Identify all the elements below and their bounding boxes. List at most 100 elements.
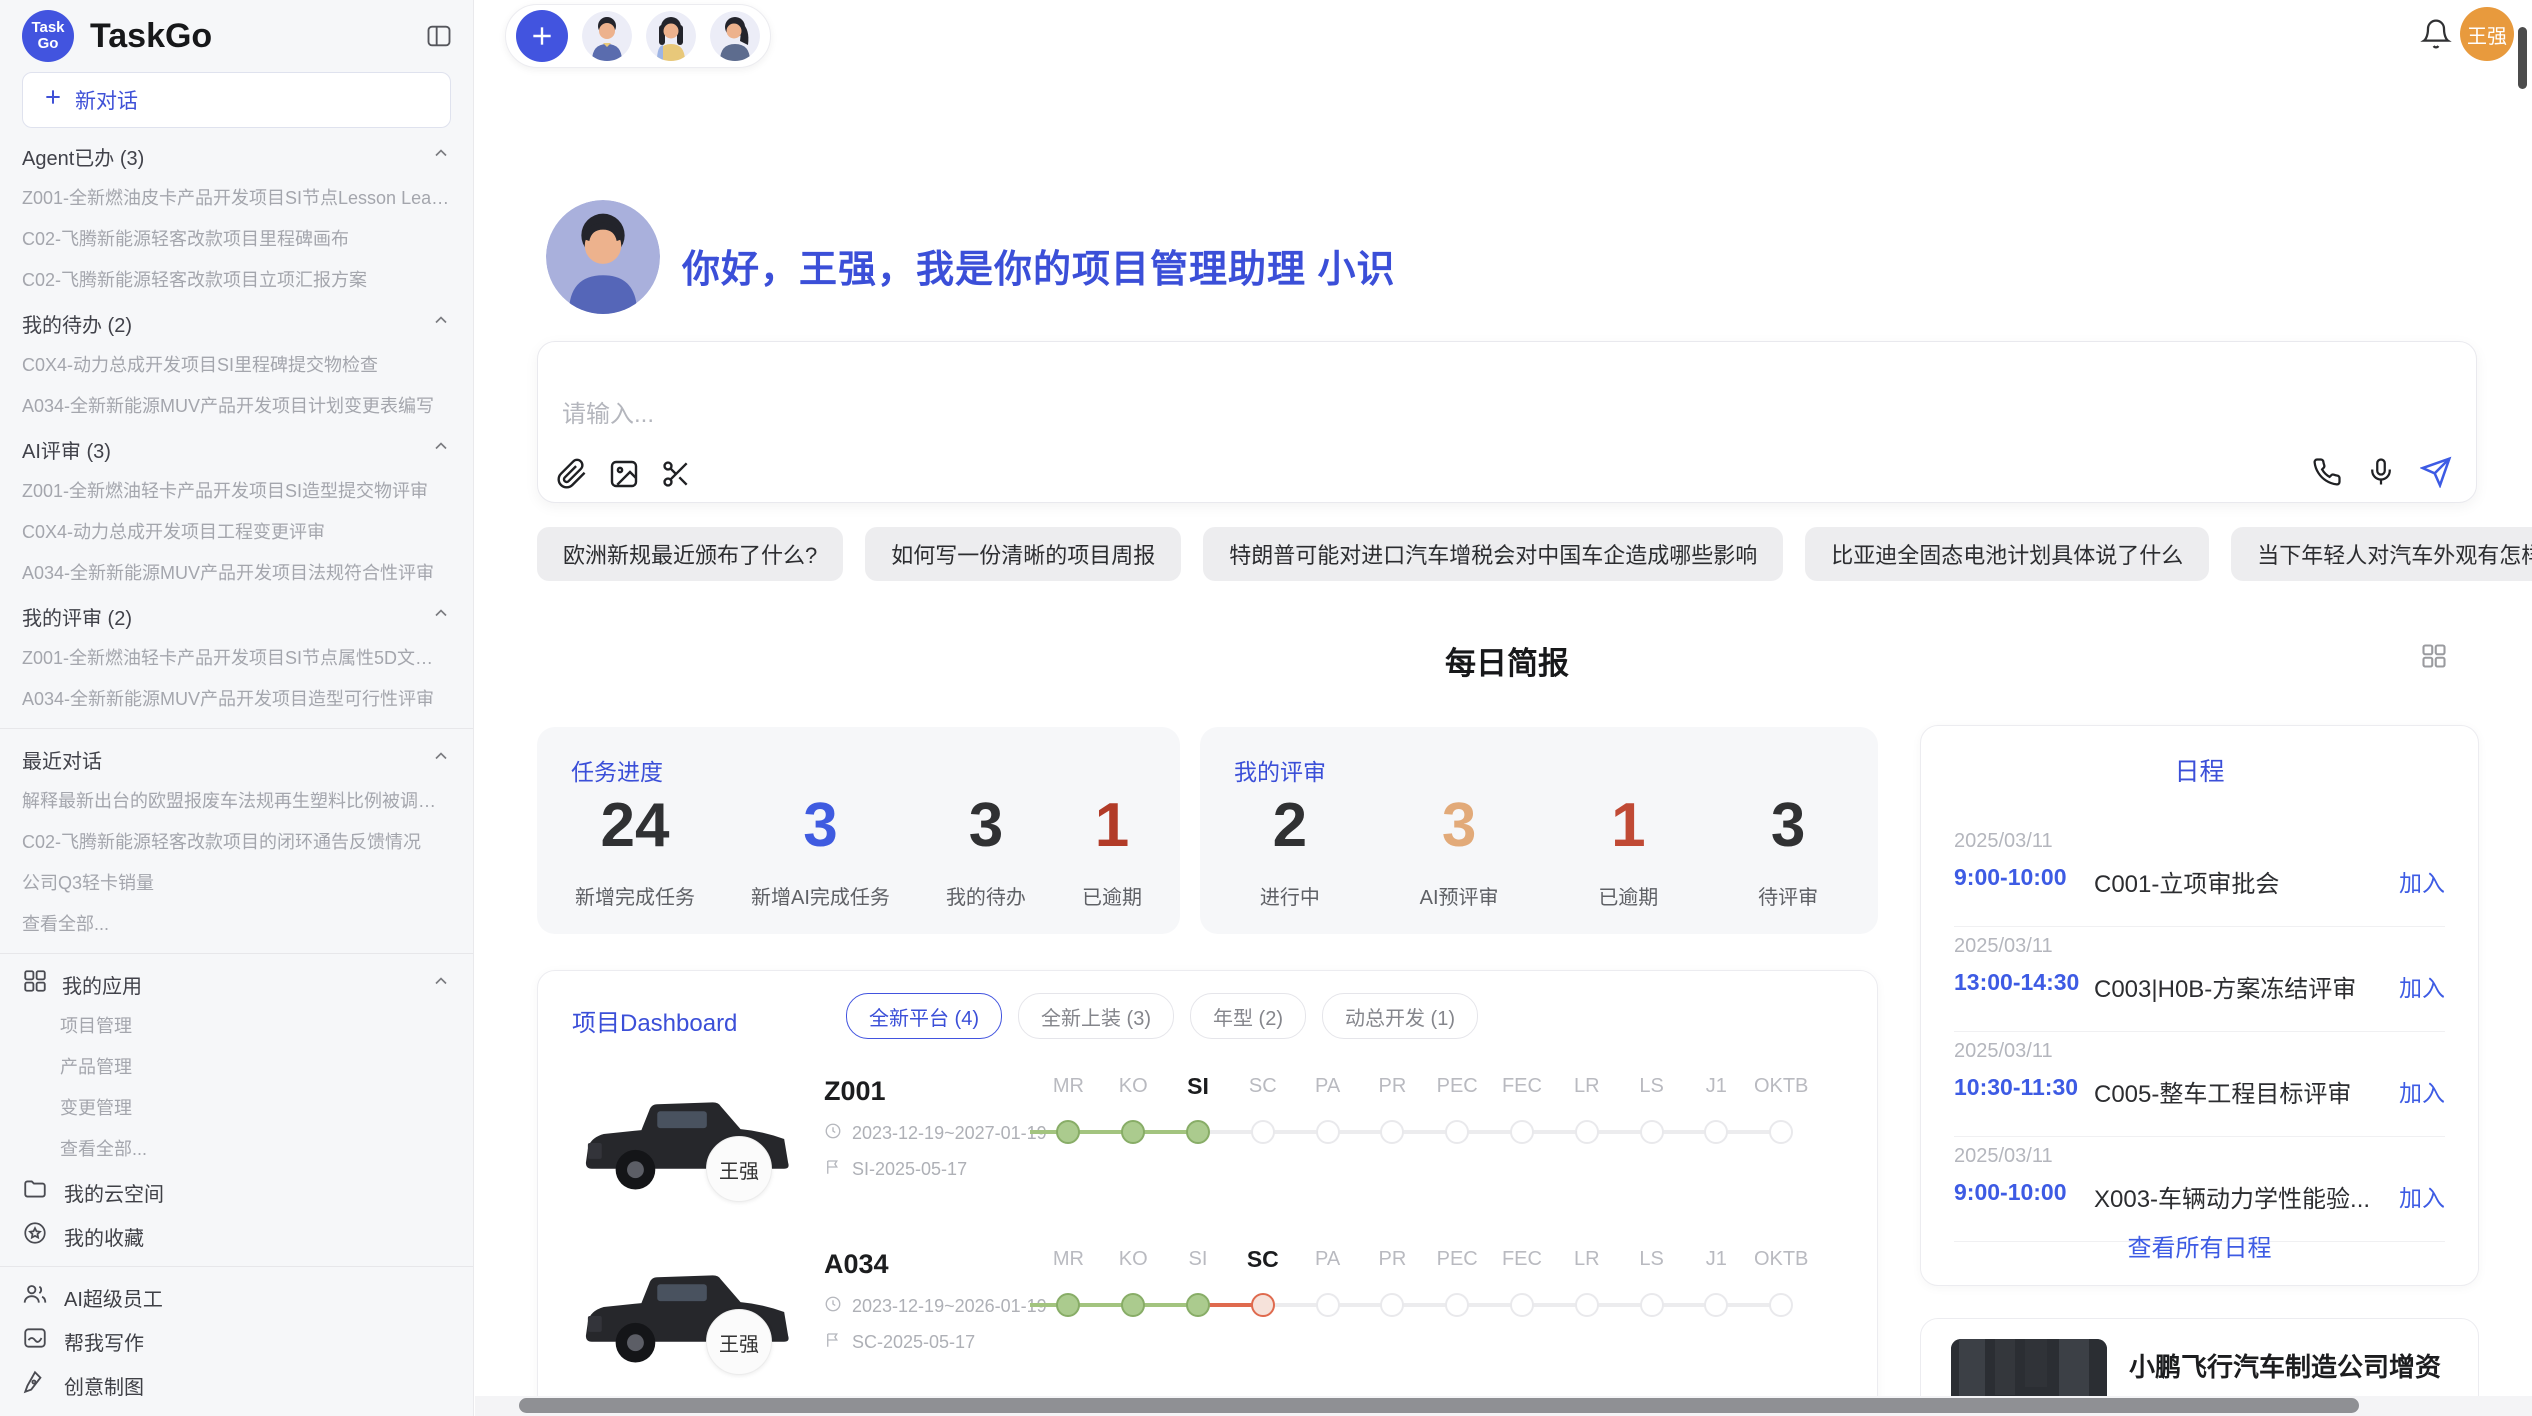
sidebar-section-header[interactable]: 我的待办 (2) xyxy=(22,301,451,345)
milestone-dot[interactable] xyxy=(1445,1120,1469,1144)
recent-chats-header[interactable]: 最近对话 xyxy=(22,737,451,781)
section-label: AI评审 (3) xyxy=(22,435,111,464)
milestone-dot[interactable] xyxy=(1316,1120,1340,1144)
event-join-link[interactable]: 加入 xyxy=(2399,1074,2445,1108)
sidebar-task-item[interactable]: C0X4-动力总成开发项目工程变更评审 xyxy=(22,512,451,553)
dashboard-tab[interactable]: 全新平台 (4) xyxy=(846,993,1002,1039)
sidebar-shortcut[interactable]: 我的云空间 xyxy=(0,1170,473,1214)
view-all-schedule-link[interactable]: 查看所有日程 xyxy=(1921,1228,2478,1263)
sidebar-task-item[interactable]: C02-飞腾新能源轻客改款项目立项汇报方案 xyxy=(22,260,451,301)
sidebar-task-item[interactable]: A034-全新新能源MUV产品开发项目造型可行性评审 xyxy=(22,679,451,720)
chevron-up-icon[interactable] xyxy=(431,746,451,772)
recent-chat-item[interactable]: C02-飞腾新能源轻客改款项目的闭环通告反馈情况 xyxy=(22,822,451,863)
milestone-dot[interactable] xyxy=(1704,1293,1728,1317)
milestone-label: J1 xyxy=(1684,1241,1749,1277)
paperclip-icon[interactable] xyxy=(556,458,588,490)
avatar-woman-blue[interactable] xyxy=(710,11,760,61)
phone-icon[interactable] xyxy=(2312,457,2342,487)
chevron-up-icon[interactable] xyxy=(431,971,451,997)
suggestion-chip[interactable]: 特朗普可能对进口汽车增税会对中国车企造成哪些影响 xyxy=(1203,527,1783,581)
milestone-dot[interactable] xyxy=(1510,1120,1534,1144)
chevron-up-icon[interactable] xyxy=(431,143,451,169)
add-member-button[interactable] xyxy=(516,10,568,62)
mic-icon[interactable] xyxy=(2366,457,2396,487)
milestone-dot[interactable] xyxy=(1445,1293,1469,1317)
chevron-up-icon[interactable] xyxy=(431,603,451,629)
suggestion-chip[interactable]: 欧洲新规最近颁布了什么? xyxy=(537,527,843,581)
project-row[interactable]: 王强Z0012023-12-19~2027-01-19SI-2025-05-17… xyxy=(538,1066,1858,1230)
sidebar-section: 我的评审 (2)Z001-全新燃油轻卡产品开发项目SI节点属性5D文件评审A03… xyxy=(0,594,473,720)
milestone-dot[interactable] xyxy=(1380,1120,1404,1144)
chevron-up-icon[interactable] xyxy=(431,436,451,462)
milestone-dot[interactable] xyxy=(1316,1293,1340,1317)
avatar-man[interactable] xyxy=(582,11,632,61)
project-row[interactable]: 王强A0342023-12-19~2026-01-19SC-2025-05-17… xyxy=(538,1239,1858,1403)
milestone-dot[interactable] xyxy=(1121,1120,1145,1144)
new-chat-button[interactable]: 新对话 xyxy=(22,72,451,128)
app-item[interactable]: 查看全部... xyxy=(22,1129,451,1170)
chat-input[interactable] xyxy=(560,400,1764,430)
scissors-icon[interactable] xyxy=(660,458,692,490)
sidebar-tool[interactable]: AI超级员工 xyxy=(0,1275,473,1319)
recent-chat-item[interactable]: 解释最新出台的欧盟报废车法规再生塑料比例被调至15%... xyxy=(22,781,451,822)
send-icon[interactable] xyxy=(2420,456,2452,488)
suggestion-chip[interactable]: 当下年轻人对汽车外观有怎样的喜好趋势 xyxy=(2231,527,2532,581)
sidebar-section-header[interactable]: Agent已办 (3) xyxy=(22,134,451,178)
milestone-dot[interactable] xyxy=(1056,1293,1080,1317)
vertical-scrollbar-thumb[interactable] xyxy=(2518,27,2527,89)
milestone-dot[interactable] xyxy=(1251,1120,1275,1144)
app-item[interactable]: 变更管理 xyxy=(22,1088,451,1129)
milestone-dot[interactable] xyxy=(1575,1120,1599,1144)
milestone-label: SC xyxy=(1230,1068,1295,1104)
app-item[interactable]: 产品管理 xyxy=(22,1047,451,1088)
milestone-dot[interactable] xyxy=(1704,1120,1728,1144)
sidebar-task-item[interactable]: C02-飞腾新能源轻客改款项目里程碑画布 xyxy=(22,219,451,260)
milestone-dot[interactable] xyxy=(1769,1120,1793,1144)
milestone-dot[interactable] xyxy=(1056,1120,1080,1144)
milestone-dot[interactable] xyxy=(1121,1293,1145,1317)
sidebar-task-item[interactable]: Z001-全新燃油轻卡产品开发项目SI节点属性5D文件评审 xyxy=(22,638,451,679)
event-join-link[interactable]: 加入 xyxy=(2399,969,2445,1003)
sidebar-tool[interactable]: 帮我写作 xyxy=(0,1319,473,1363)
milestone-dot[interactable] xyxy=(1640,1293,1664,1317)
sidebar-section-header[interactable]: AI评审 (3) xyxy=(22,427,451,471)
dashboard-tab[interactable]: 全新上装 (3) xyxy=(1018,993,1174,1039)
event-join-link[interactable]: 加入 xyxy=(2399,864,2445,898)
horizontal-scrollbar-thumb[interactable] xyxy=(519,1398,2359,1413)
milestone-dot[interactable] xyxy=(1510,1293,1534,1317)
schedule-events: 2025/03/119:00-10:00C001-立项审批会加入2025/03/… xyxy=(1954,822,2445,1242)
greeting-text: 你好，王强，我是你的项目管理助理 小识 xyxy=(682,238,1396,293)
layout-grid-icon[interactable] xyxy=(2420,642,2448,675)
sidebar-task-item[interactable]: A034-全新新能源MUV产品开发项目计划变更表编写 xyxy=(22,386,451,427)
avatar-woman-yellow[interactable] xyxy=(646,11,696,61)
milestone-dot[interactable] xyxy=(1251,1293,1275,1317)
sidebar-collapse-icon[interactable] xyxy=(425,22,453,50)
milestone-dot[interactable] xyxy=(1186,1120,1210,1144)
event-join-link[interactable]: 加入 xyxy=(2399,1179,2445,1213)
chevron-up-icon[interactable] xyxy=(431,310,451,336)
milestone-dot[interactable] xyxy=(1640,1120,1664,1144)
attachment-toolbar xyxy=(556,458,692,490)
dashboard-tab[interactable]: 年型 (2) xyxy=(1190,993,1306,1039)
sidebar-task-item[interactable]: C0X4-动力总成开发项目SI里程碑提交物检查 xyxy=(22,345,451,386)
suggestion-chip[interactable]: 如何写一份清晰的项目周报 xyxy=(865,527,1181,581)
user-avatar[interactable]: 王强 xyxy=(2460,7,2514,61)
sidebar-task-item[interactable]: A034-全新新能源MUV产品开发项目法规符合性评审 xyxy=(22,553,451,594)
app-item[interactable]: 项目管理 xyxy=(22,1006,451,1047)
recent-chat-item[interactable]: 查看全部... xyxy=(22,904,451,945)
milestone-dot[interactable] xyxy=(1575,1293,1599,1317)
sidebar-shortcut[interactable]: 我的收藏 xyxy=(0,1214,473,1258)
image-icon[interactable] xyxy=(608,458,640,490)
milestone-dot[interactable] xyxy=(1186,1293,1210,1317)
milestone-dot[interactable] xyxy=(1380,1293,1404,1317)
sidebar-section-header[interactable]: 我的评审 (2) xyxy=(22,594,451,638)
sidebar-task-item[interactable]: Z001-全新燃油轻卡产品开发项目SI造型提交物评审 xyxy=(22,471,451,512)
recent-chat-item[interactable]: 公司Q3轻卡销量 xyxy=(22,863,451,904)
sidebar-tool[interactable]: 创意制图 xyxy=(0,1363,473,1407)
suggestion-chip[interactable]: 比亚迪全固态电池计划具体说了什么 xyxy=(1805,527,2209,581)
milestone-dot[interactable] xyxy=(1769,1293,1793,1317)
bell-icon[interactable] xyxy=(2420,18,2452,55)
sidebar-task-item[interactable]: Z001-全新燃油皮卡产品开发项目SI节点Lesson Learn报告 xyxy=(22,178,451,219)
dashboard-tab[interactable]: 动总开发 (1) xyxy=(1322,993,1478,1039)
my-apps-header[interactable]: 我的应用 xyxy=(22,962,451,1006)
